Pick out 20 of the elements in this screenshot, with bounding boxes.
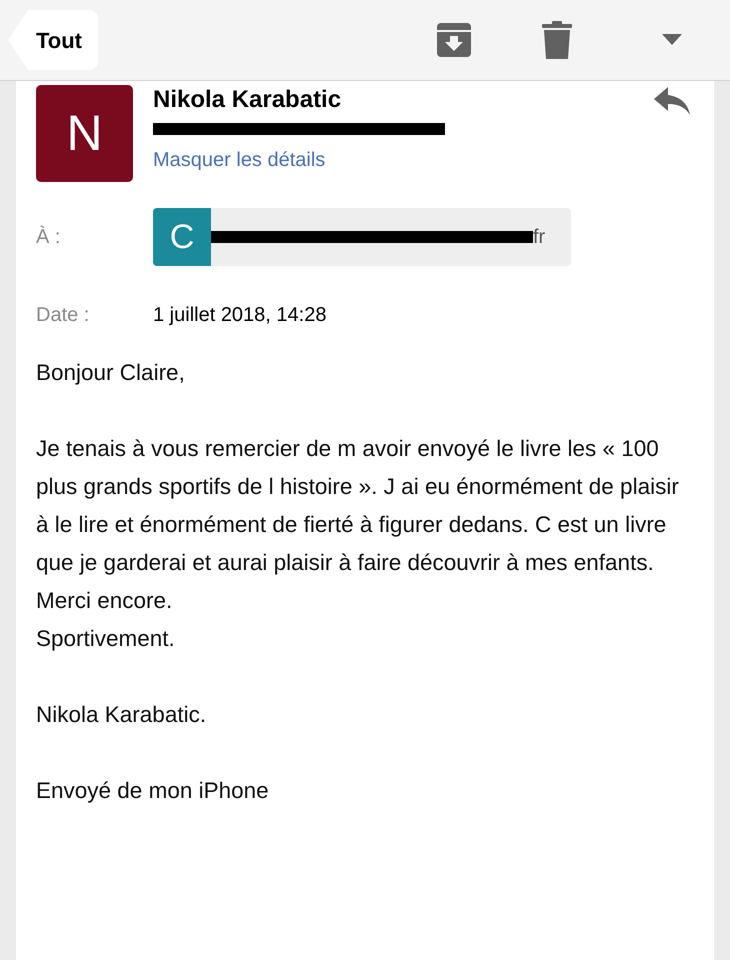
sender-avatar: N <box>36 85 133 182</box>
caret-down-icon[interactable] <box>662 34 682 46</box>
recipient-chip[interactable]: C fr <box>153 208 571 266</box>
back-button[interactable]: Tout <box>8 10 98 70</box>
reply-icon[interactable] <box>654 87 690 117</box>
recipient-avatar: C <box>153 208 211 266</box>
sender-name: Nikola Karabatic <box>153 85 342 115</box>
date-label: Date : <box>36 303 90 328</box>
body-text: Je tenais à vous remercier de m avoir envoyé le livre les « 100 plus grands sportifs de l histoire ». J ai eu énormément de plaisir à le lire et énormément de fierté à figurer dedans. C est un livre que je garderai et aurai plaisir à faire découvrir à mes enfants. <box>36 435 680 577</box>
body-text: Envoyé de mon iPhone <box>36 777 270 805</box>
body-text: Nikola Karabatic. <box>36 701 208 729</box>
recipient-address: fr <box>533 225 546 250</box>
date-value: 1 juillet 2018, 14:28 <box>153 303 326 328</box>
to-label: À : <box>36 224 62 250</box>
body-text: Sportivement. <box>36 625 176 653</box>
hide-details-link[interactable]: Masquer les détails <box>153 145 690 175</box>
archive-icon[interactable] <box>436 22 472 58</box>
body-text: Bonjour Claire, <box>36 359 186 387</box>
trash-icon[interactable] <box>542 21 572 59</box>
body-text: Merci encore. <box>36 587 174 615</box>
